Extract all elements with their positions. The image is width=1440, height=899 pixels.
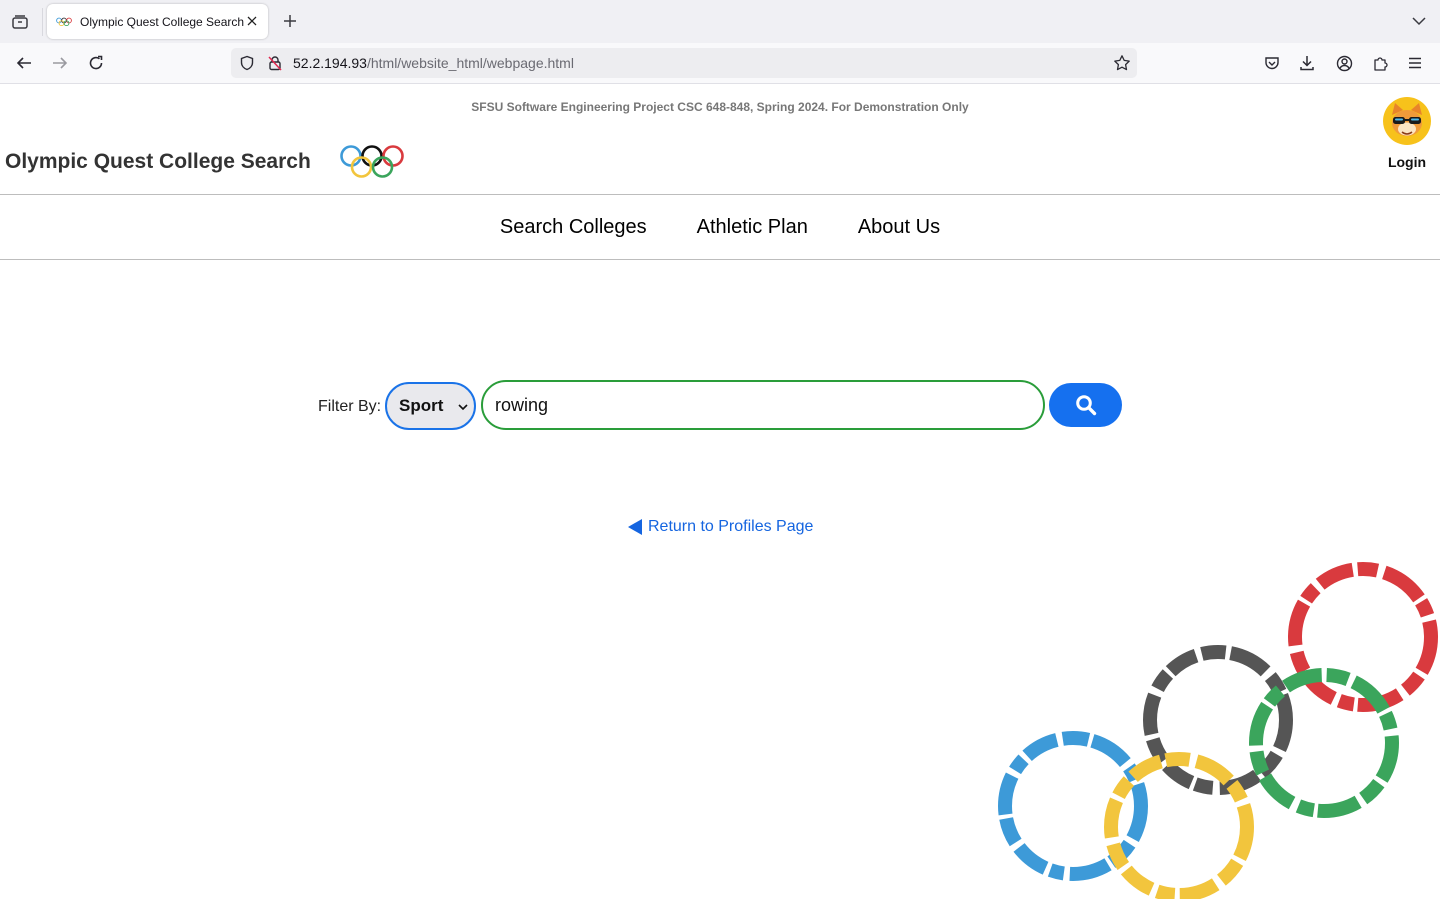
chevron-down-icon[interactable] <box>1408 10 1430 32</box>
pocket-icon[interactable] <box>1261 52 1283 74</box>
tab-title: Olympic Quest College Search <box>80 14 245 29</box>
chevron-down-icon <box>458 404 468 411</box>
olympic-rings-decoration-icon <box>998 562 1438 899</box>
nav-divider <box>0 259 1440 260</box>
olympic-rings-logo-icon <box>340 145 404 178</box>
filter-by-label: Filter By: <box>318 398 382 415</box>
active-tab[interactable]: Olympic Quest College Search <box>47 4 268 39</box>
back-arrow-icon[interactable] <box>12 51 36 75</box>
disclaimer-banner: SFSU Software Engineering Project CSC 64… <box>471 100 969 114</box>
download-icon[interactable] <box>1296 52 1318 74</box>
tab-list-icon[interactable] <box>8 10 32 34</box>
left-triangle-icon <box>628 519 642 535</box>
insecure-lock-icon[interactable] <box>267 55 283 71</box>
close-icon[interactable] <box>244 13 260 29</box>
tab-separator <box>42 8 43 36</box>
olympic-rings-favicon-icon <box>56 17 72 27</box>
menu-icon[interactable] <box>1404 52 1426 74</box>
star-icon[interactable] <box>1113 54 1131 72</box>
browser-nav-bar: 52.2.194.93/html/website_html/webpage.ht… <box>0 43 1440 84</box>
shield-icon[interactable] <box>239 55 255 71</box>
filter-select-value: Sport <box>399 396 444 415</box>
extensions-icon[interactable] <box>1369 52 1391 74</box>
reload-icon[interactable] <box>84 51 108 75</box>
url-text[interactable]: 52.2.194.93/html/website_html/webpage.ht… <box>293 55 574 71</box>
nav-athletic-plan[interactable]: Athletic Plan <box>697 216 808 239</box>
site-title[interactable]: Olympic Quest College Search <box>5 150 311 174</box>
search-icon <box>1075 395 1096 416</box>
return-to-profiles-link[interactable]: Return to Profiles Page <box>627 518 813 536</box>
plus-icon[interactable] <box>279 10 301 32</box>
account-icon[interactable] <box>1333 52 1355 74</box>
nav-search-colleges[interactable]: Search Colleges <box>500 216 647 239</box>
forward-arrow-icon[interactable] <box>48 51 72 75</box>
main-navigation: Search Colleges Athletic Plan About Us <box>0 195 1440 259</box>
url-host: 52.2.194.93 <box>293 55 367 71</box>
page-content: SFSU Software Engineering Project CSC 64… <box>0 84 1440 899</box>
nav-about-us[interactable]: About Us <box>858 216 940 239</box>
url-bar[interactable]: 52.2.194.93/html/website_html/webpage.ht… <box>231 48 1137 78</box>
filter-select[interactable]: Sport <box>385 382 476 430</box>
search-button[interactable] <box>1049 383 1122 427</box>
url-path: /html/website_html/webpage.html <box>366 55 574 71</box>
cat-avatar-icon[interactable] <box>1382 96 1432 146</box>
return-link-label: Return to Profiles Page <box>648 518 814 535</box>
search-input[interactable] <box>481 380 1045 430</box>
login-link[interactable]: Login <box>1372 154 1440 170</box>
browser-tab-bar: Olympic Quest College Search <box>0 0 1440 43</box>
